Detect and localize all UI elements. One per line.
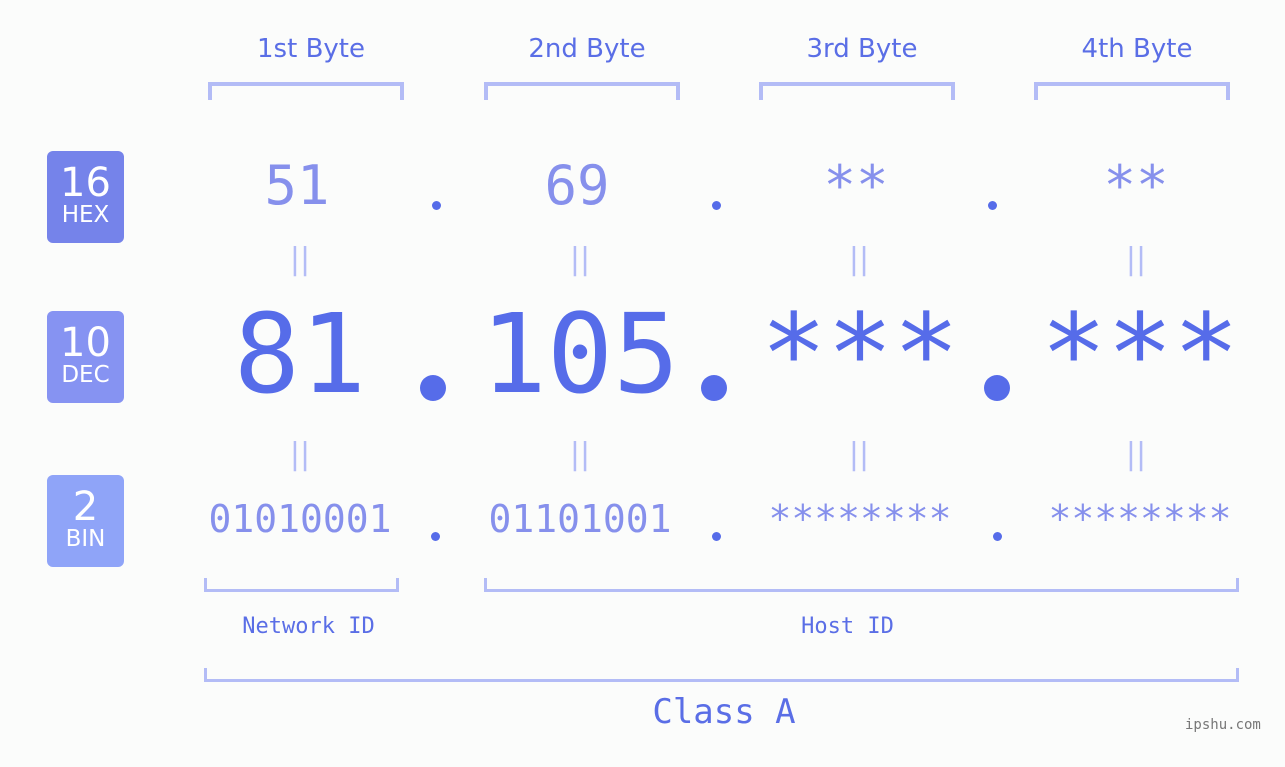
equals-icon: ||	[569, 437, 591, 472]
dec-byte-3: ***	[760, 290, 960, 418]
bin-byte-4: ********	[1048, 497, 1232, 541]
equals-icon: ||	[1125, 437, 1147, 472]
hex-badge: 16 HEX	[47, 151, 124, 243]
bin-byte-1: 01010001	[208, 497, 392, 541]
dec-dot-1	[420, 375, 446, 401]
hex-dot-3	[988, 201, 997, 210]
hex-byte-2: 69	[544, 154, 610, 217]
hex-dot-2	[712, 201, 721, 210]
hex-badge-label: HEX	[61, 202, 110, 228]
network-id-label: Network ID	[242, 614, 375, 639]
dec-dot-2	[701, 375, 727, 401]
byte-bracket-4	[1034, 82, 1230, 100]
byte-header-2: 2nd Byte	[528, 34, 646, 64]
bin-badge-label: BIN	[65, 526, 106, 552]
dec-byte-1: 81	[233, 290, 367, 418]
equals-icon: ||	[289, 242, 311, 277]
host-id-bracket	[484, 578, 1239, 592]
byte-header-4: 4th Byte	[1081, 34, 1193, 64]
hex-byte-4: **	[1103, 154, 1169, 217]
equals-icon: ||	[848, 437, 870, 472]
class-bracket	[204, 668, 1239, 682]
byte-header-3: 3rd Byte	[806, 34, 918, 64]
byte-header-1: 1st Byte	[257, 34, 365, 64]
bin-badge-base: 2	[72, 484, 99, 530]
equals-icon: ||	[1125, 242, 1147, 277]
byte-bracket-2	[484, 82, 680, 100]
dec-badge-label: DEC	[61, 362, 110, 388]
watermark: ipshu.com	[1185, 717, 1261, 733]
class-label: Class A	[652, 692, 796, 732]
dec-dot-3	[984, 375, 1010, 401]
dec-byte-4: ***	[1040, 290, 1240, 418]
hex-byte-3: **	[823, 154, 889, 217]
bin-badge: 2 BIN	[47, 475, 124, 567]
bin-dot-1	[431, 532, 440, 541]
equals-icon: ||	[289, 437, 311, 472]
bin-dot-3	[993, 532, 1002, 541]
byte-bracket-1	[208, 82, 404, 100]
bin-byte-2: 01101001	[488, 497, 672, 541]
bin-dot-2	[712, 532, 721, 541]
network-id-bracket	[204, 578, 399, 592]
host-id-label: Host ID	[801, 614, 894, 639]
equals-icon: ||	[848, 242, 870, 277]
dec-badge-base: 10	[60, 320, 111, 366]
byte-bracket-3	[759, 82, 955, 100]
equals-icon: ||	[569, 242, 591, 277]
dec-badge: 10 DEC	[47, 311, 124, 403]
bin-byte-3: ********	[768, 497, 952, 541]
hex-dot-1	[432, 201, 441, 210]
dec-byte-2: 105	[480, 290, 680, 418]
hex-byte-1: 51	[264, 154, 330, 217]
hex-badge-base: 16	[60, 160, 111, 206]
